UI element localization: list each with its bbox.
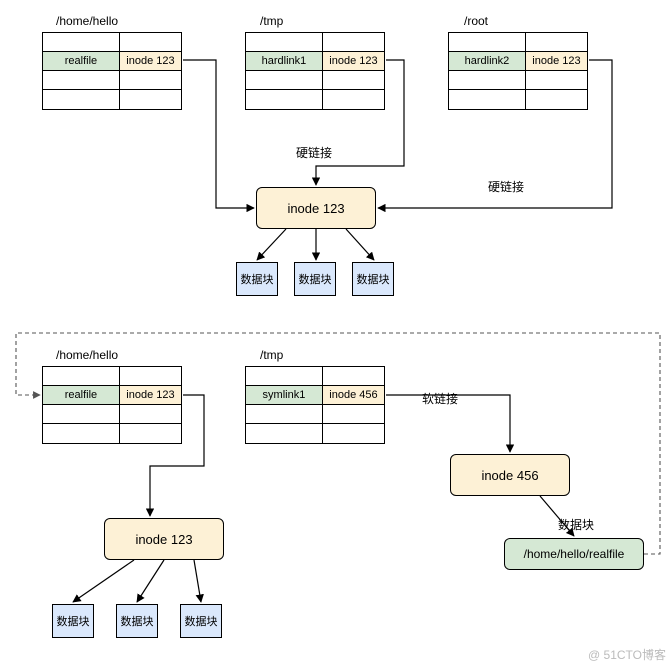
top-block-3: 数据块 bbox=[352, 262, 394, 296]
dir2-name: hardlink1 bbox=[246, 52, 323, 71]
b-block-3: 数据块 bbox=[180, 604, 222, 638]
watermark: @ 51CTO博客 bbox=[588, 646, 666, 663]
b-dir1-inode: inode 123 bbox=[120, 386, 181, 405]
dir1-name: realfile bbox=[43, 52, 120, 71]
dir3-table: hardlink2 inode 123 bbox=[448, 32, 588, 110]
dir3-name: hardlink2 bbox=[449, 52, 526, 71]
top-inode-box: inode 123 bbox=[256, 187, 376, 229]
hardlink-label-1: 硬链接 bbox=[296, 144, 332, 161]
dir1-table: realfile inode 123 bbox=[42, 32, 182, 110]
b-dir2-name: symlink1 bbox=[246, 386, 323, 405]
hardlink-label-2: 硬链接 bbox=[488, 178, 524, 195]
b-right-block-label: 数据块 bbox=[558, 516, 594, 533]
b-dir2-inode: inode 456 bbox=[323, 386, 384, 405]
b-dir2-title: /tmp bbox=[260, 348, 283, 362]
b-dir2-table: symlink1 inode 456 bbox=[245, 366, 385, 444]
dir1-title: /home/hello bbox=[56, 14, 118, 28]
top-block-1: 数据块 bbox=[236, 262, 278, 296]
dir2-inode: inode 123 bbox=[323, 52, 384, 71]
softlink-label: 软链接 bbox=[422, 390, 458, 407]
b-block-1: 数据块 bbox=[52, 604, 94, 638]
b-dir1-title: /home/hello bbox=[56, 348, 118, 362]
b-inode-right: inode 456 bbox=[450, 454, 570, 496]
b-block-2: 数据块 bbox=[116, 604, 158, 638]
b-inode-left: inode 123 bbox=[104, 518, 224, 560]
dir2-table: hardlink1 inode 123 bbox=[245, 32, 385, 110]
b-dir1-name: realfile bbox=[43, 386, 120, 405]
dir3-title: /root bbox=[464, 14, 488, 28]
dir2-title: /tmp bbox=[260, 14, 283, 28]
b-dir1-table: realfile inode 123 bbox=[42, 366, 182, 444]
symlink-target-box: /home/hello/realfile bbox=[504, 538, 644, 570]
dir1-inode: inode 123 bbox=[120, 52, 181, 71]
top-block-2: 数据块 bbox=[294, 262, 336, 296]
dir3-inode: inode 123 bbox=[526, 52, 587, 71]
